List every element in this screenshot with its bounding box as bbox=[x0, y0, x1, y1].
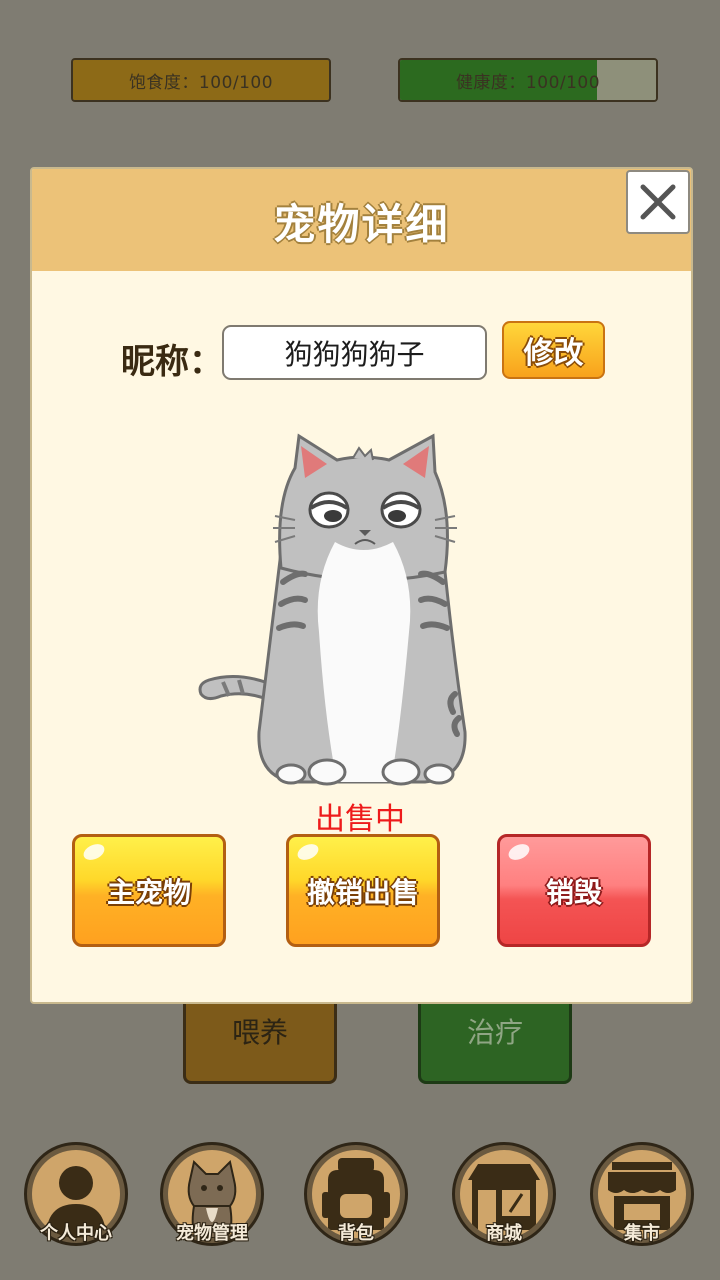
nav-pets-label: 宠物管理 bbox=[176, 1223, 248, 1244]
nav-shop[interactable]: 商城 bbox=[452, 1142, 556, 1246]
sale-status: 出售中 bbox=[315, 802, 405, 837]
set-main-pet-button[interactable]: 主宠物 bbox=[72, 834, 226, 947]
destroy-pet-label: 销毁 bbox=[545, 875, 602, 909]
close-icon bbox=[640, 184, 676, 220]
nickname-input[interactable] bbox=[222, 325, 487, 380]
set-main-pet-label: 主宠物 bbox=[106, 875, 191, 909]
cancel-sale-label: 撤销出售 bbox=[306, 875, 419, 909]
close-button[interactable] bbox=[626, 170, 690, 234]
edit-nickname-button[interactable]: 修改 bbox=[502, 321, 605, 379]
cancel-sale-button[interactable]: 撤销出售 bbox=[286, 834, 440, 947]
feed-button[interactable]: 喂养 bbox=[183, 990, 337, 1084]
nickname-label: 昵称： bbox=[121, 342, 223, 382]
satiety-bar: 饱食度：100/100 bbox=[71, 58, 331, 102]
nav-market-label: 集市 bbox=[624, 1223, 660, 1244]
nav-pet-management[interactable]: 宠物管理 bbox=[160, 1142, 264, 1246]
cat-pet-illustration bbox=[198, 433, 467, 786]
health-bar: 健康度：100/100 bbox=[398, 58, 658, 102]
edit-nickname-label: 修改 bbox=[523, 336, 584, 371]
heal-button[interactable]: 治疗 bbox=[418, 990, 572, 1084]
health-label: 健康度：100/100 bbox=[455, 72, 601, 93]
nav-shop-label: 商城 bbox=[486, 1223, 522, 1244]
satiety-label: 饱食度：100/100 bbox=[128, 72, 274, 93]
nav-backpack[interactable]: 背包 bbox=[304, 1142, 408, 1246]
destroy-pet-button[interactable]: 销毁 bbox=[497, 834, 651, 947]
nav-market[interactable]: 集市 bbox=[590, 1142, 694, 1246]
button-shine bbox=[295, 841, 321, 863]
nav-bag-label: 背包 bbox=[338, 1223, 374, 1244]
nav-profile[interactable]: 个人中心 bbox=[24, 1142, 128, 1246]
dialog-title: 宠物详细 bbox=[273, 200, 450, 249]
button-shine bbox=[506, 841, 532, 863]
nav-profile-label: 个人中心 bbox=[40, 1223, 112, 1244]
button-shine bbox=[81, 841, 107, 863]
dialog-header: 宠物详细 bbox=[32, 169, 691, 271]
